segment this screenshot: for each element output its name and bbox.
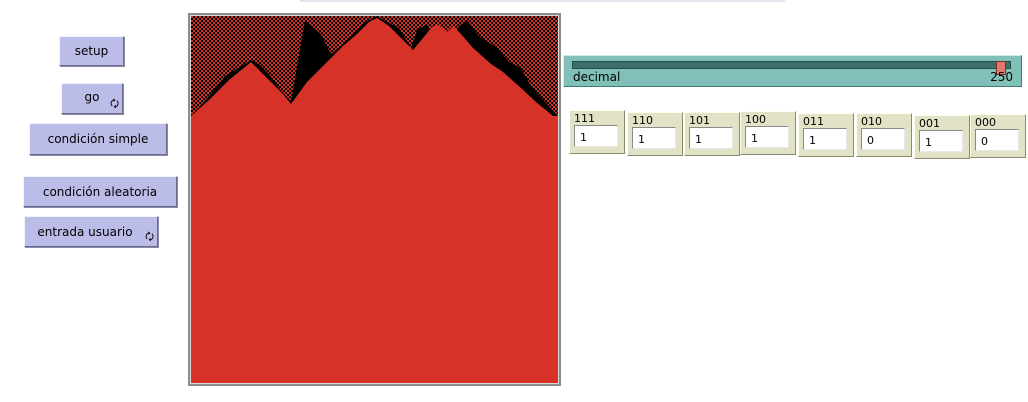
condicion-simple-button[interactable]: condición simple <box>29 123 167 155</box>
setup-button[interactable]: setup <box>59 36 124 66</box>
entrada-usuario-label: entrada usuario <box>37 224 133 239</box>
rule-111-label: 111 <box>574 112 595 125</box>
rule-010-label: 010 <box>861 115 882 128</box>
rule-100-input[interactable]: 1 <box>745 126 789 148</box>
automaton-canvas <box>191 16 558 383</box>
rule-000-label: 000 <box>975 116 996 129</box>
rule-111-switch[interactable]: 111 1 <box>569 110 625 154</box>
rule-101-label: 101 <box>689 114 710 127</box>
slider-track[interactable] <box>572 61 1011 75</box>
rule-011-switch[interactable]: 011 1 <box>798 113 854 157</box>
rule-101-switch[interactable]: 101 1 <box>684 112 740 156</box>
rule-001-input[interactable]: 1 <box>919 130 963 152</box>
condicion-aleatoria-button[interactable]: condición aleatoria <box>23 176 177 207</box>
rule-001-switch[interactable]: 001 1 <box>914 115 970 159</box>
rule-010-input[interactable]: 0 <box>861 128 905 150</box>
rule-010-switch[interactable]: 010 0 <box>856 113 912 157</box>
rule-111-input[interactable]: 1 <box>574 125 618 147</box>
slider-value: 250 <box>990 70 1013 84</box>
rule-110-switch[interactable]: 110 1 <box>627 112 683 156</box>
rule-101-input[interactable]: 1 <box>689 127 733 149</box>
rule-110-label: 110 <box>632 114 653 127</box>
condicion-aleatoria-label: condición aleatoria <box>42 184 158 199</box>
rule-100-switch[interactable]: 100 1 <box>740 111 796 155</box>
rule-110-input[interactable]: 1 <box>632 127 676 149</box>
top-divider <box>300 0 785 2</box>
forever-icon: 🗘 <box>110 99 119 110</box>
rule-011-label: 011 <box>803 115 824 128</box>
forever-icon: 🗘 <box>145 232 154 243</box>
world-view[interactable] <box>188 13 561 386</box>
condicion-simple-label: condición simple <box>47 132 149 146</box>
red-mountains <box>191 18 558 383</box>
entrada-usuario-button[interactable]: entrada usuario 🗘 <box>24 216 158 247</box>
setup-button-label: setup <box>74 44 109 58</box>
rule-011-input[interactable]: 1 <box>803 128 847 150</box>
slider-label: decimal <box>573 70 621 84</box>
rule-000-input[interactable]: 0 <box>975 129 1019 151</box>
decimal-slider[interactable]: decimal 250 <box>563 55 1022 87</box>
go-button-label: go <box>84 89 100 104</box>
go-button[interactable]: go 🗘 <box>61 83 123 114</box>
rule-100-label: 100 <box>745 113 766 126</box>
rule-000-switch[interactable]: 000 0 <box>970 114 1026 158</box>
rule-001-label: 001 <box>919 117 940 130</box>
